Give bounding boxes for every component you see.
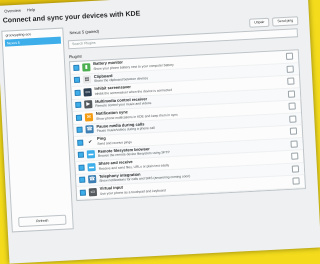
multimedia-icon: ▶ — [84, 100, 93, 109]
notification-icon: ✉ — [84, 112, 94, 122]
configure-plugin-button[interactable] — [290, 140, 298, 148]
plugin-list: ▮ Battery monitor Show your phone battery … — [68, 49, 306, 201]
plugin-enabled-checkbox[interactable] — [79, 176, 86, 184]
share-icon: ▬ — [87, 162, 96, 172]
configure-plugin-button[interactable] — [286, 65, 294, 73]
device-panel: Nexus 5 (paired) Unpair Send ping Search… — [65, 15, 312, 237]
battery-icon: ▮ — [82, 62, 91, 72]
plugin-enabled-checkbox[interactable] — [75, 114, 83, 121]
refresh-button[interactable]: Refresh — [18, 214, 67, 228]
phone-icon: ☎ — [85, 125, 94, 134]
configure-plugin-button[interactable] — [289, 115, 297, 123]
device-sidebar: groovyqiting-ace Nexus 5 Refresh — [1, 27, 74, 233]
ping-icon: ✔ — [86, 137, 95, 147]
configure-plugin-button[interactable] — [288, 102, 296, 111]
touchpad-icon: ▭ — [88, 187, 98, 197]
configure-plugin-button[interactable] — [285, 52, 294, 61]
plugin-enabled-checkbox[interactable] — [75, 101, 82, 109]
configure-plugin-button[interactable] — [287, 90, 296, 98]
configure-plugin-button[interactable] — [287, 77, 295, 86]
configure-plugin-button[interactable] — [291, 152, 299, 160]
plugin-enabled-checkbox[interactable] — [77, 139, 84, 146]
clipboard-icon: ▤ — [82, 75, 92, 84]
menu-item-help[interactable]: Help — [27, 6, 35, 11]
plugin-enabled-checkbox[interactable] — [73, 64, 80, 71]
plugin-enabled-checkbox[interactable] — [73, 76, 81, 84]
plugin-enabled-checkbox[interactable] — [76, 126, 83, 134]
folder-icon: ▬ — [86, 150, 96, 159]
menu-item-overview[interactable]: Overview — [4, 7, 21, 13]
screensaver-icon: ▭ — [83, 87, 92, 97]
configure-plugin-button[interactable] — [292, 177, 300, 185]
send-ping-button[interactable]: Send ping — [272, 16, 299, 27]
plugin-enabled-checkbox[interactable] — [78, 164, 85, 171]
kde-connect-window: Overview Help Connect and sync your devi… — [0, 0, 320, 264]
sidebar-item-device[interactable]: Nexus 5 — [4, 36, 62, 47]
telephony-icon: ☎ — [88, 175, 97, 184]
plugin-enabled-checkbox[interactable] — [74, 89, 81, 96]
plugin-enabled-checkbox[interactable] — [77, 151, 85, 159]
configure-plugin-button[interactable] — [291, 165, 300, 173]
unpair-button[interactable]: Unpair — [248, 17, 270, 28]
configure-plugin-button[interactable] — [289, 127, 298, 136]
device-name: Nexus 5 (paired) — [69, 28, 100, 36]
plugin-enabled-checkbox[interactable] — [79, 189, 87, 196]
